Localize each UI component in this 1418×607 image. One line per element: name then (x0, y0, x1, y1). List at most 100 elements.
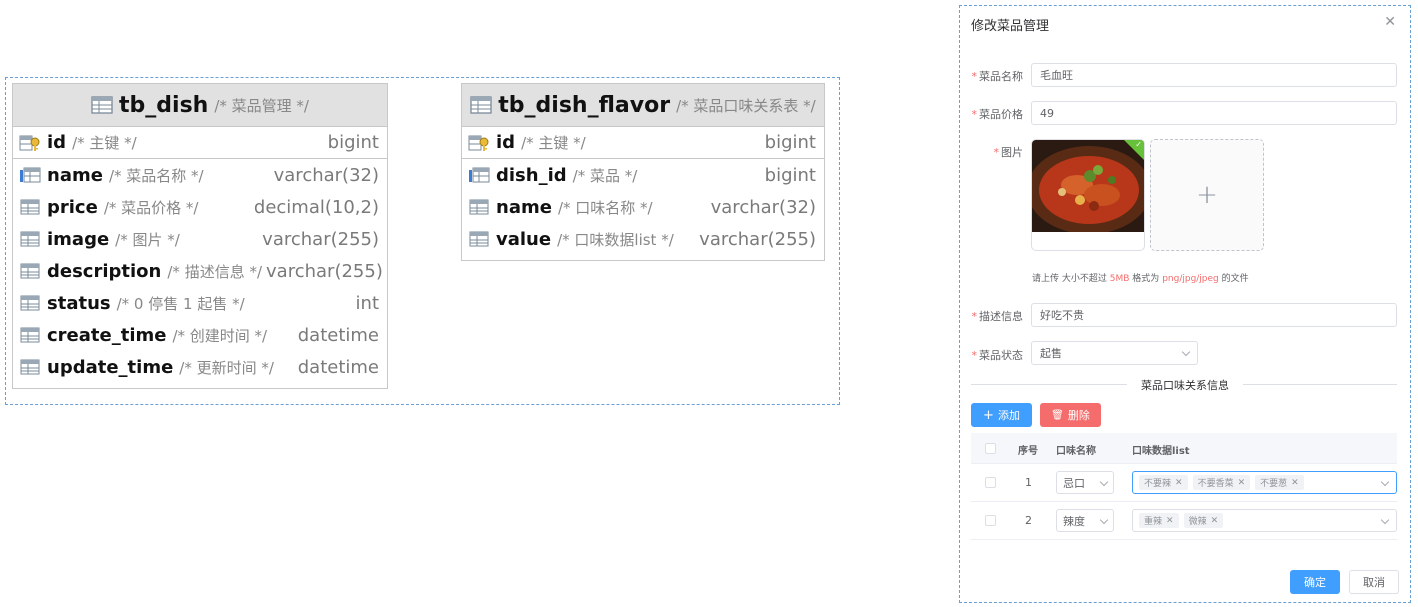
unique-column-icon (19, 166, 41, 184)
column-row[interactable]: value /* 口味数据list */ varchar(255) (462, 223, 824, 255)
column-name: id (496, 132, 516, 153)
flavor-tag-label: 重辣 (1144, 517, 1163, 527)
column-comment: /* 创建时间 */ (172, 326, 268, 345)
column-comment: /* 主键 */ (72, 134, 137, 152)
column-icon (468, 230, 490, 248)
row-index: 1 (1025, 476, 1032, 489)
table-tb-dish-flavor[interactable]: tb_dish_flavor /* 菜品口味关系表 */ id /* 主键 */ b… (461, 83, 825, 261)
column-name: name (496, 196, 552, 218)
column-row[interactable]: name /* 口味名称 */ varchar(32) (462, 191, 824, 223)
column-row[interactable]: update_time /* 更新时间 */ datetime (13, 351, 387, 383)
column-type: datetime (297, 324, 379, 346)
column-icon (19, 326, 41, 344)
column-list: id /* 主键 */ bigint name /* 菜品名称 */ varchar(32… (13, 127, 387, 383)
flavor-tags-select[interactable]: 不要辣 ✕ 不要香菜 ✕ 不要葱 ✕ (1132, 471, 1397, 494)
plus-icon: + (983, 407, 994, 423)
flavor-tag: 不要辣 ✕ (1139, 475, 1188, 490)
flavor-tag: 微辣 ✕ (1183, 513, 1224, 528)
column-comment: /* 描述信息 */ (167, 262, 263, 281)
column-name: dish_id (496, 164, 567, 186)
flavor-tag-label: 微辣 (1188, 517, 1207, 527)
description-label: * 描述信息 (971, 310, 1024, 323)
column-type: bigint (764, 132, 816, 153)
unique-column-icon (468, 166, 490, 184)
table-header: tb_dish_flavor /* 菜品口味关系表 */ (462, 84, 824, 127)
table-icon (470, 96, 492, 114)
column-comment: /* 口味名称 */ (557, 198, 653, 217)
dish-name-input[interactable]: 毛血旺 (1031, 63, 1397, 87)
col-flavor-name-header: 口味名称 (1056, 446, 1096, 457)
flavor-tags-select[interactable]: 重辣 ✕ 微辣 ✕ (1132, 509, 1397, 532)
status-label: * 菜品状态 (971, 349, 1024, 362)
select-all-checkbox[interactable] (985, 443, 996, 454)
column-comment: /* 菜品名称 */ (108, 166, 204, 185)
dish-name-label: * 菜品名称 (971, 70, 1024, 83)
column-row[interactable]: name /* 菜品名称 */ varchar(32) (13, 159, 387, 191)
add-flavor-button[interactable]: + 添加 (971, 403, 1032, 427)
table-name: tb_dish (119, 92, 209, 118)
column-row[interactable]: image /* 图片 */ varchar(255) (13, 223, 387, 255)
column-row[interactable]: description /* 描述信息 */varchar(255) (13, 255, 387, 287)
status-select[interactable]: 起售 (1031, 341, 1198, 365)
column-comment: /* 图片 */ (115, 230, 180, 249)
col-index-header: 序号 (1018, 446, 1038, 457)
column-row[interactable]: id /* 主键 */ bigint (13, 127, 387, 159)
column-type: bigint (764, 164, 816, 186)
close-icon[interactable]: ✕ (1211, 516, 1219, 526)
dish-price-input[interactable]: 49 (1031, 101, 1397, 125)
close-icon[interactable]: ✕ (1175, 478, 1183, 488)
column-name: image (47, 228, 110, 250)
column-type: varchar(32) (273, 164, 379, 186)
column-row[interactable]: id /* 主键 */ bigint (462, 127, 824, 159)
column-type: decimal(10,2) (253, 196, 379, 218)
dialog-title: 修改菜品管理 (971, 19, 1050, 34)
chevron-down-icon (1099, 515, 1109, 525)
delete-flavor-button[interactable]: 🗑 删除 (1040, 403, 1101, 427)
column-row[interactable]: dish_id /* 菜品 */ bigint (462, 159, 824, 191)
column-icon (468, 198, 490, 216)
column-icon (19, 230, 41, 248)
column-name: create_time (47, 324, 167, 346)
column-comment: /* 口味数据list */ (557, 230, 674, 249)
column-icon (19, 262, 41, 280)
column-icon (19, 294, 41, 312)
row-checkbox[interactable] (985, 515, 996, 526)
column-comment: /* 更新时间 */ (179, 358, 274, 377)
column-comment: /* 菜品 */ (572, 166, 638, 185)
flavor-tag: 重辣 ✕ (1139, 513, 1179, 528)
row-divider (971, 539, 1397, 540)
confirm-button[interactable]: 确定 (1290, 570, 1340, 594)
upload-add-button[interactable]: + (1150, 139, 1264, 251)
chevron-down-icon (1099, 477, 1109, 487)
status-select-value: 起售 (1040, 347, 1062, 360)
column-icon (19, 198, 41, 216)
column-comment: /* 0 停售 1 起售 */ (116, 294, 245, 313)
primary-key-icon (468, 134, 490, 152)
table-tb-dish[interactable]: tb_dish /* 菜品管理 */ id/* 主键 */bigint name /… (12, 83, 388, 389)
table-comment: /* 菜品管理 */ (214, 96, 309, 115)
column-type: varchar(255) (699, 228, 816, 250)
flavor-section-title: 菜品口味关系信息 (1127, 377, 1243, 393)
column-name: id (47, 132, 67, 153)
table-header: tb_dish /* 菜品管理 */ (13, 84, 387, 127)
flavor-name-select[interactable]: 忌口 (1056, 471, 1114, 494)
uploaded-image-card[interactable]: ✓ (1031, 139, 1145, 251)
flavor-tag: 不要葱 ✕ (1255, 475, 1304, 490)
column-comment: /* 主键 */ (521, 134, 586, 152)
flavor-name-select[interactable]: 辣度 (1056, 509, 1114, 532)
cancel-button[interactable]: 取消 (1349, 570, 1399, 594)
close-icon[interactable]: ✕ (1166, 516, 1174, 526)
close-icon[interactable]: ✕ (1384, 14, 1396, 30)
row-divider (971, 501, 1397, 502)
description-input[interactable]: 好吃不贵 (1031, 303, 1397, 327)
row-index: 2 (1025, 514, 1032, 527)
upload-hint: 请上传 大小不超过 5MB 格式为 png/jpg/jpeg 的文件 (1032, 274, 1249, 284)
row-checkbox[interactable] (985, 477, 996, 488)
column-row[interactable]: status /* 0 停售 1 起售 */ int (13, 287, 387, 319)
close-icon[interactable]: ✕ (1291, 478, 1299, 488)
column-name: name (47, 164, 103, 186)
close-icon[interactable]: ✕ (1238, 478, 1246, 488)
column-row[interactable]: price /* 菜品价格 */ decimal(10,2) (13, 191, 387, 223)
flavor-tag-label: 不要香菜 (1197, 479, 1234, 489)
column-row[interactable]: create_time /* 创建时间 */ datetime (13, 319, 387, 351)
